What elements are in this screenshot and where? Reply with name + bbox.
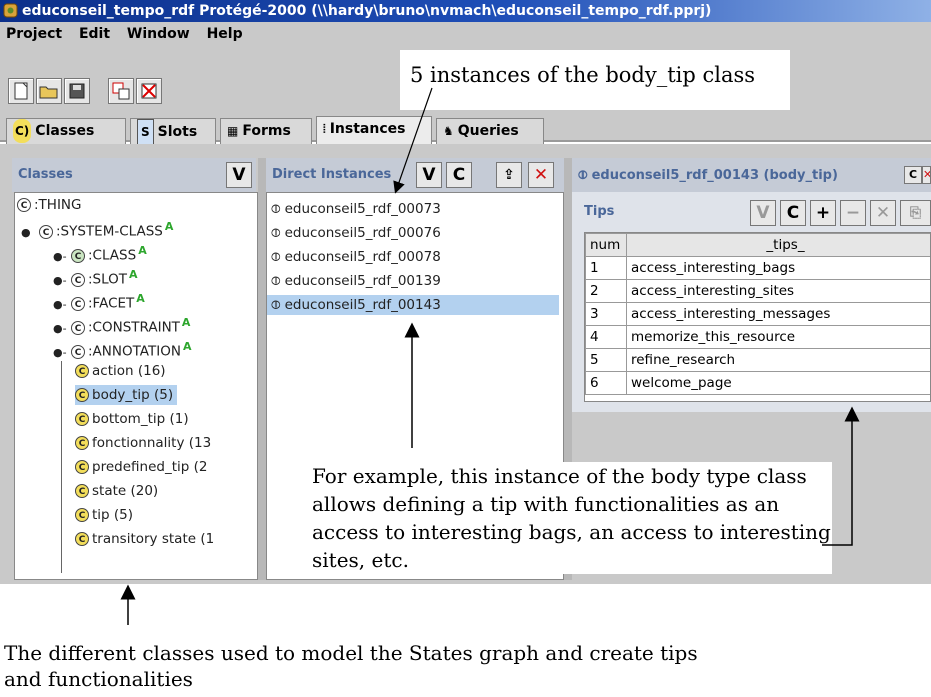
arrow-to-tips-table [822, 406, 860, 546]
annotation-arrows [120, 87, 860, 625]
arrow-to-instances [393, 87, 433, 194]
